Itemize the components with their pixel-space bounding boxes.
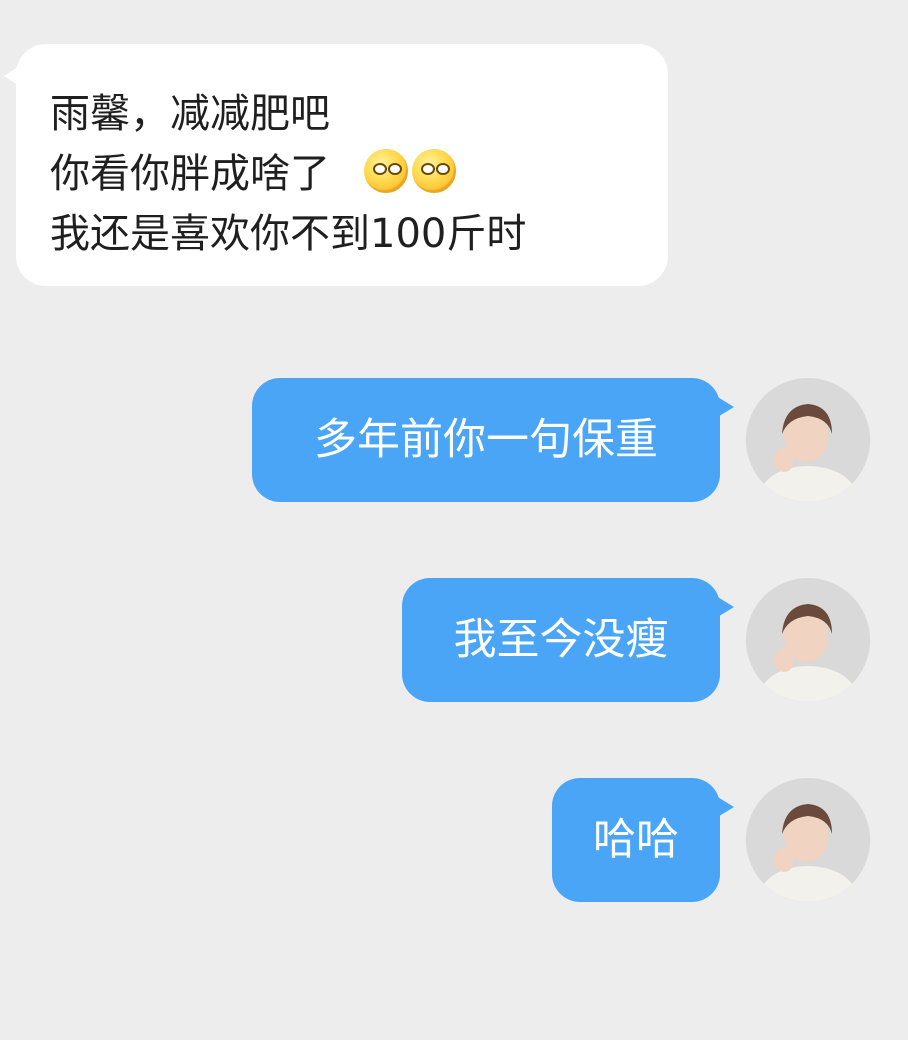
outgoing-message-bubble[interactable]: 多年前你一句保重 (252, 378, 734, 502)
avatar[interactable] (746, 378, 870, 502)
message-line: 我还是喜欢你不到100斤时 (50, 211, 527, 257)
chat-view: 雨馨，减减肥吧 你看你胖成啥了 我还是喜欢你不到100斤时 多年前你一句保重 我… (0, 0, 908, 1040)
incoming-message-bubble[interactable]: 雨馨，减减肥吧 你看你胖成啥了 我还是喜欢你不到100斤时 (4, 44, 668, 286)
outgoing-message: 哈哈 (0, 778, 908, 906)
avatar[interactable] (746, 778, 870, 902)
thinking-face-icon (412, 149, 456, 193)
outgoing-message-bubble[interactable]: 我至今没瘦 (402, 578, 734, 702)
message-line: 你看你胖成啥了 (50, 144, 648, 204)
avatar[interactable] (746, 578, 870, 702)
message-line-text: 你看你胖成啥了 (50, 151, 330, 197)
outgoing-message-bubble[interactable]: 哈哈 (552, 778, 734, 902)
outgoing-message: 多年前你一句保重 (0, 378, 908, 506)
thinking-face-icon (364, 149, 408, 193)
message-line: 雨馨，减减肥吧 (50, 91, 330, 137)
outgoing-message: 我至今没瘦 (0, 578, 908, 706)
